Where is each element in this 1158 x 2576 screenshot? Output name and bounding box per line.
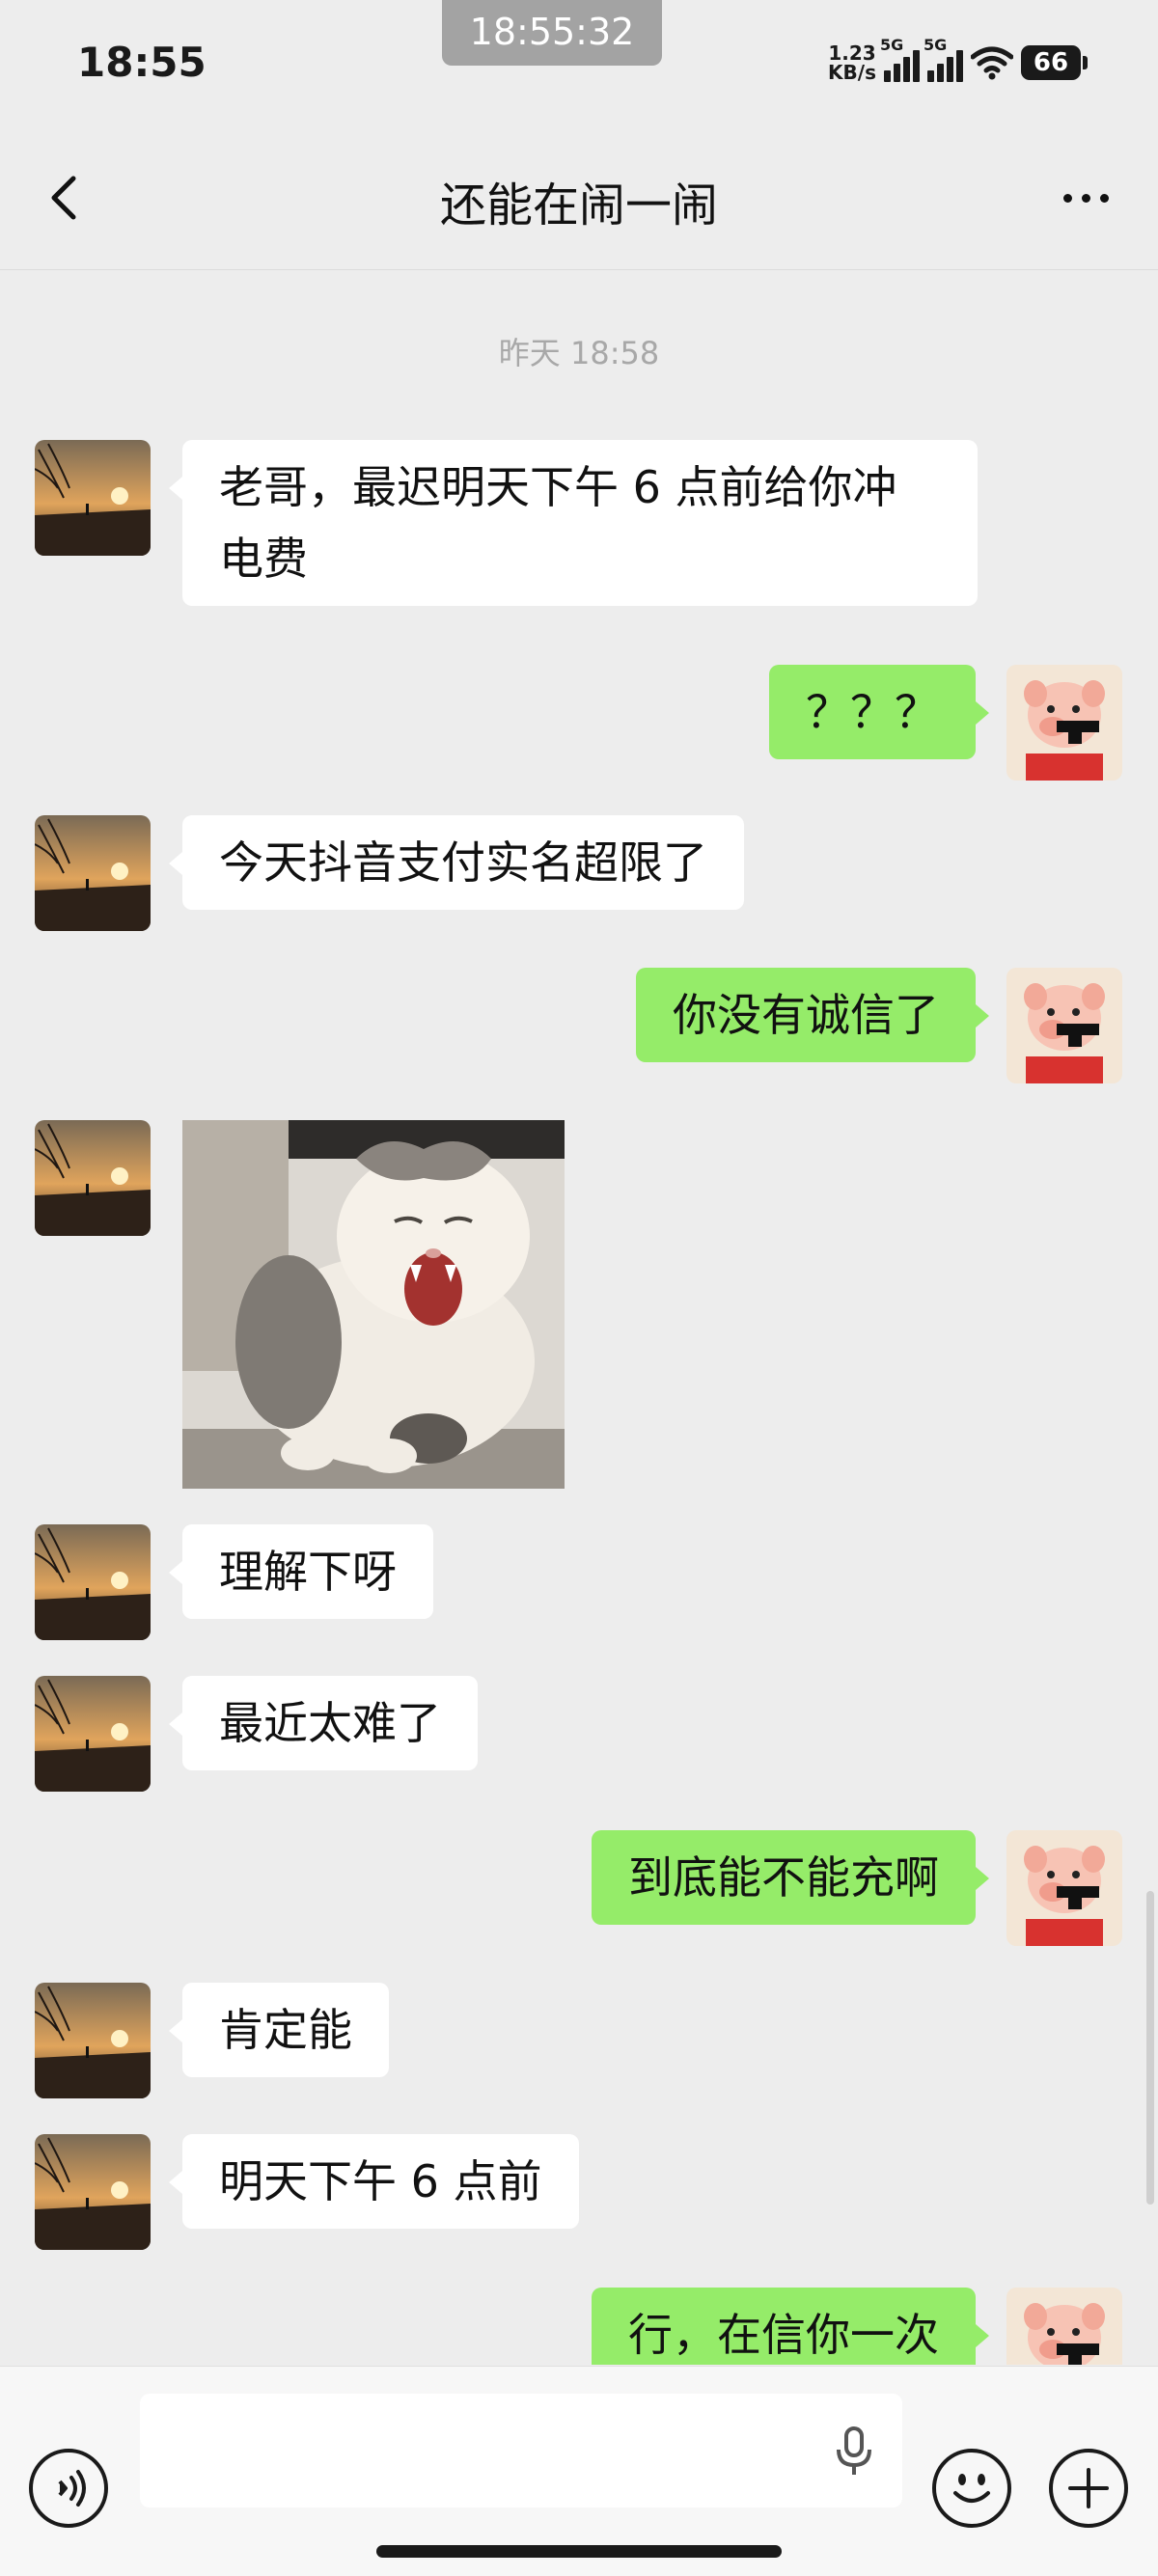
status-time: 18:55	[77, 39, 207, 86]
screenshot-timestamp: 18:55:32	[442, 0, 662, 66]
sunset-avatar-image	[35, 1983, 151, 2098]
message-bubble-sent[interactable]: 你没有诚信了	[636, 968, 989, 1062]
message-bubble-received[interactable]: 老哥，最迟明天下午 6 点前给你冲电费	[169, 440, 978, 606]
scrollbar[interactable]	[1146, 1891, 1154, 2205]
sunset-avatar-image	[35, 2134, 151, 2250]
contact-avatar[interactable]	[35, 1524, 151, 1640]
signal-2-label: 5G	[924, 36, 948, 54]
message-bubble-received[interactable]: 明天下午 6 点前	[169, 2134, 579, 2229]
home-indicator[interactable]	[376, 2545, 782, 2558]
contact-avatar[interactable]	[35, 1120, 151, 1236]
self-avatar[interactable]	[1006, 968, 1122, 1083]
plus-button[interactable]	[1049, 2449, 1128, 2528]
chat-header: 还能在闹一闹	[0, 130, 1158, 270]
contact-avatar[interactable]	[35, 1983, 151, 2098]
message-bubble-received[interactable]: 今天抖音支付实名超限了	[169, 815, 744, 910]
contact-avatar[interactable]	[35, 815, 151, 931]
status-bar: 18:55 18:55:32 1.23 KB/s 5G 5G 66	[0, 0, 1158, 130]
message-bubble-sent[interactable]: 到底能不能充啊	[592, 1830, 989, 1925]
sunset-avatar-image	[35, 1676, 151, 1792]
more-dots-icon	[1062, 193, 1072, 203]
cartoon-pig-avatar-image	[1006, 2288, 1122, 2365]
emoji-button[interactable]	[932, 2449, 1011, 2528]
message-list[interactable]: 昨天 18:58 老哥，最迟明天下午 6 点前给你冲电费 ？？？ 今天抖音支付实…	[0, 271, 1158, 2365]
emoji-icon	[953, 2474, 990, 2503]
self-avatar[interactable]	[1006, 2288, 1122, 2365]
plus-icon	[1068, 2468, 1109, 2508]
chat-title: 还能在闹一闹	[439, 178, 718, 233]
message-bubble-received[interactable]: 最近太难了	[169, 1676, 478, 1770]
network-speed: 1.23 KB/s	[828, 43, 876, 82]
cartoon-pig-avatar-image	[1006, 1830, 1122, 1946]
cartoon-pig-avatar-image	[1006, 968, 1122, 1083]
cartoon-pig-avatar-image	[1006, 665, 1122, 781]
signal-icon: 5G	[880, 36, 920, 82]
contact-avatar[interactable]	[35, 440, 151, 556]
voice-icon	[58, 2470, 86, 2507]
contact-avatar[interactable]	[35, 2134, 151, 2250]
self-avatar[interactable]	[1006, 665, 1122, 781]
network-speed-unit: KB/s	[828, 61, 876, 84]
message-bubble-received[interactable]: 理解下呀	[169, 1524, 433, 1619]
sunset-avatar-image	[35, 440, 151, 556]
message-input[interactable]	[140, 2394, 902, 2507]
laughing-cat-sticker[interactable]	[182, 1120, 565, 1489]
sunset-avatar-image	[35, 815, 151, 931]
battery-icon: 66	[1021, 45, 1088, 80]
wifi-icon	[971, 46, 1013, 80]
message-timestamp: 昨天 18:58	[498, 335, 660, 371]
voice-button[interactable]	[29, 2449, 108, 2528]
message-bubble-received[interactable]: 肯定能	[169, 1983, 389, 2077]
message-bubble-sent[interactable]: ？？？	[769, 665, 989, 759]
signal-icon-2: 5G	[924, 36, 963, 82]
sunset-avatar-image	[35, 1524, 151, 1640]
sunset-avatar-image	[35, 1120, 151, 1236]
status-icons: 1.23 KB/s 5G 5G 66	[828, 36, 1088, 87]
network-speed-value: 1.23	[828, 41, 876, 65]
self-avatar[interactable]	[1006, 1830, 1122, 1946]
signal-1-label: 5G	[880, 36, 904, 54]
laughing-cat-image	[182, 1120, 565, 1489]
mic-icon[interactable]	[835, 2426, 873, 2477]
contact-avatar[interactable]	[35, 1676, 151, 1792]
message-bubble-sent[interactable]: 行，在信你一次	[592, 2288, 989, 2365]
more-button[interactable]	[1052, 169, 1119, 227]
